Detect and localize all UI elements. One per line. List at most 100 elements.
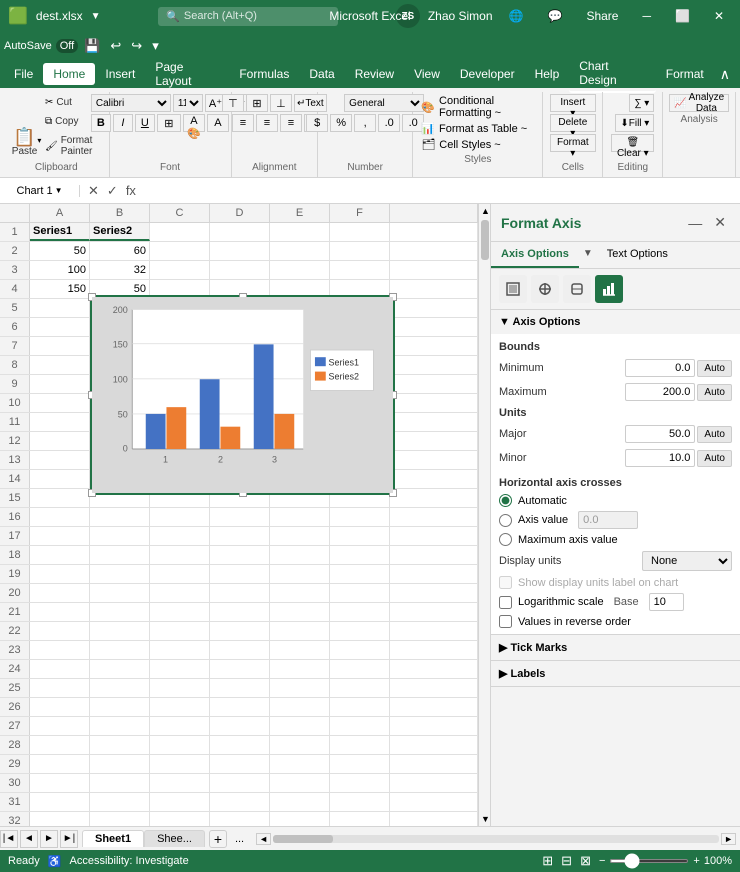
tab-axis-options[interactable]: Axis Options (491, 242, 579, 268)
cell-D32[interactable] (210, 812, 270, 826)
cell-A15[interactable] (30, 489, 90, 507)
cell-B22[interactable] (90, 622, 150, 640)
cell-C3[interactable] (150, 261, 210, 279)
cell-A9[interactable] (30, 375, 90, 393)
maximum-input[interactable] (625, 383, 695, 401)
cell-A3[interactable]: 100 (30, 261, 90, 279)
cell-C27[interactable] (150, 717, 210, 735)
cell-A2[interactable]: 50 (30, 242, 90, 260)
scroll-right-btn[interactable]: ► (721, 833, 736, 845)
cell-F20[interactable] (330, 584, 390, 602)
vertical-scrollbar[interactable]: ▲ ▼ (478, 204, 490, 826)
cell-A12[interactable] (30, 432, 90, 450)
show-display-units-checkbox[interactable] (499, 576, 512, 589)
cell-E22[interactable] (270, 622, 330, 640)
cell-A11[interactable] (30, 413, 90, 431)
cell-A14[interactable] (30, 470, 90, 488)
axis-value-input[interactable] (578, 511, 638, 529)
cell-A27[interactable] (30, 717, 90, 735)
h-scroll-thumb[interactable] (273, 835, 333, 843)
cell-F22[interactable] (330, 622, 390, 640)
cell-E23[interactable] (270, 641, 330, 659)
comma-btn[interactable]: , (354, 114, 376, 132)
right-align-btn[interactable]: ≡ (280, 114, 302, 132)
cell-D20[interactable] (210, 584, 270, 602)
cell-F30[interactable] (330, 774, 390, 792)
chart-icon-btn[interactable] (595, 275, 623, 303)
cell-E32[interactable] (270, 812, 330, 826)
cell-A16[interactable] (30, 508, 90, 526)
add-sheet-btn[interactable]: + (209, 830, 227, 848)
underline-btn[interactable]: U (135, 114, 155, 132)
cell-A22[interactable] (30, 622, 90, 640)
panel-collapse-btn[interactable]: — (684, 212, 706, 233)
analyze-data-btn[interactable]: 📈 Analyze Data (669, 94, 729, 112)
cell-B25[interactable] (90, 679, 150, 697)
cell-E17[interactable] (270, 527, 330, 545)
formula-input[interactable] (144, 185, 740, 197)
panel-close-btn[interactable]: ✕ (710, 212, 730, 233)
zoom-out-btn[interactable]: − (599, 855, 605, 867)
cell-D31[interactable] (210, 793, 270, 811)
cell-A29[interactable] (30, 755, 90, 773)
col-header-A[interactable]: A (30, 204, 90, 222)
ribbon-toggle-btn[interactable]: 🌐 (501, 5, 532, 27)
cell-E28[interactable] (270, 736, 330, 754)
cell-A25[interactable] (30, 679, 90, 697)
fill-btn[interactable]: ⬇Fill ▾ (615, 114, 654, 132)
radio-max-axis-value[interactable] (499, 533, 512, 546)
search-box[interactable]: 🔍 Search (Alt+Q) (158, 7, 338, 26)
share-btn[interactable]: Share (578, 5, 626, 27)
cell-A4[interactable]: 150 (30, 280, 90, 298)
maximum-auto-btn[interactable]: Auto (697, 384, 732, 401)
middle-align-btn[interactable]: ⊞ (246, 94, 268, 112)
number-format-select[interactable]: General (344, 94, 424, 112)
fill-color-btn[interactable]: A🎨 (183, 114, 205, 132)
col-header-F[interactable]: F (330, 204, 390, 222)
cell-A18[interactable] (30, 546, 90, 564)
cell-E24[interactable] (270, 660, 330, 678)
cell-F1[interactable] (330, 223, 390, 241)
cell-F28[interactable] (330, 736, 390, 754)
ribbon-collapse-btn[interactable]: ∧ (714, 66, 736, 83)
tab-axis-options-arrow[interactable]: ▼ (579, 242, 597, 268)
save-btn[interactable]: 💾 (80, 36, 104, 56)
conditional-formatting-btn[interactable]: 🎨 Conditional Formatting ~ (421, 94, 534, 120)
cell-E29[interactable] (270, 755, 330, 773)
autosave-toggle[interactable]: Off (56, 39, 78, 53)
cell-E27[interactable] (270, 717, 330, 735)
cell-E21[interactable] (270, 603, 330, 621)
cell-F29[interactable] (330, 755, 390, 773)
tab-nav-right[interactable]: ► (40, 830, 58, 848)
col-header-E[interactable]: E (270, 204, 330, 222)
cell-D21[interactable] (210, 603, 270, 621)
display-units-select[interactable]: None Hundreds Thousands Millions (642, 551, 732, 571)
cell-D25[interactable] (210, 679, 270, 697)
cell-E25[interactable] (270, 679, 330, 697)
cell-E16[interactable] (270, 508, 330, 526)
cell-B31[interactable] (90, 793, 150, 811)
cell-D30[interactable] (210, 774, 270, 792)
effects-icon-btn[interactable] (563, 275, 591, 303)
cell-A6[interactable] (30, 318, 90, 336)
cell-C29[interactable] (150, 755, 210, 773)
major-auto-btn[interactable]: Auto (697, 426, 732, 443)
cell-C16[interactable] (150, 508, 210, 526)
cell-C18[interactable] (150, 546, 210, 564)
cell-A1[interactable]: Series1 (30, 223, 90, 241)
scroll-track[interactable] (479, 218, 490, 812)
center-align-btn[interactable]: ≡ (256, 114, 278, 132)
name-box[interactable]: Chart 1 ▼ (0, 185, 80, 197)
col-header-D[interactable]: D (210, 204, 270, 222)
cell-E19[interactable] (270, 565, 330, 583)
cell-F25[interactable] (330, 679, 390, 697)
percent-btn[interactable]: % (330, 114, 352, 132)
view-page-layout-btn[interactable]: ⊟ (561, 853, 572, 869)
sheet-tab-sheet1[interactable]: Sheet1 (82, 830, 144, 847)
cell-A32[interactable] (30, 812, 90, 826)
cell-B16[interactable] (90, 508, 150, 526)
cell-D22[interactable] (210, 622, 270, 640)
cell-E2[interactable] (270, 242, 330, 260)
scroll-up-btn[interactable]: ▲ (479, 204, 490, 218)
minimum-auto-btn[interactable]: Auto (697, 360, 732, 377)
